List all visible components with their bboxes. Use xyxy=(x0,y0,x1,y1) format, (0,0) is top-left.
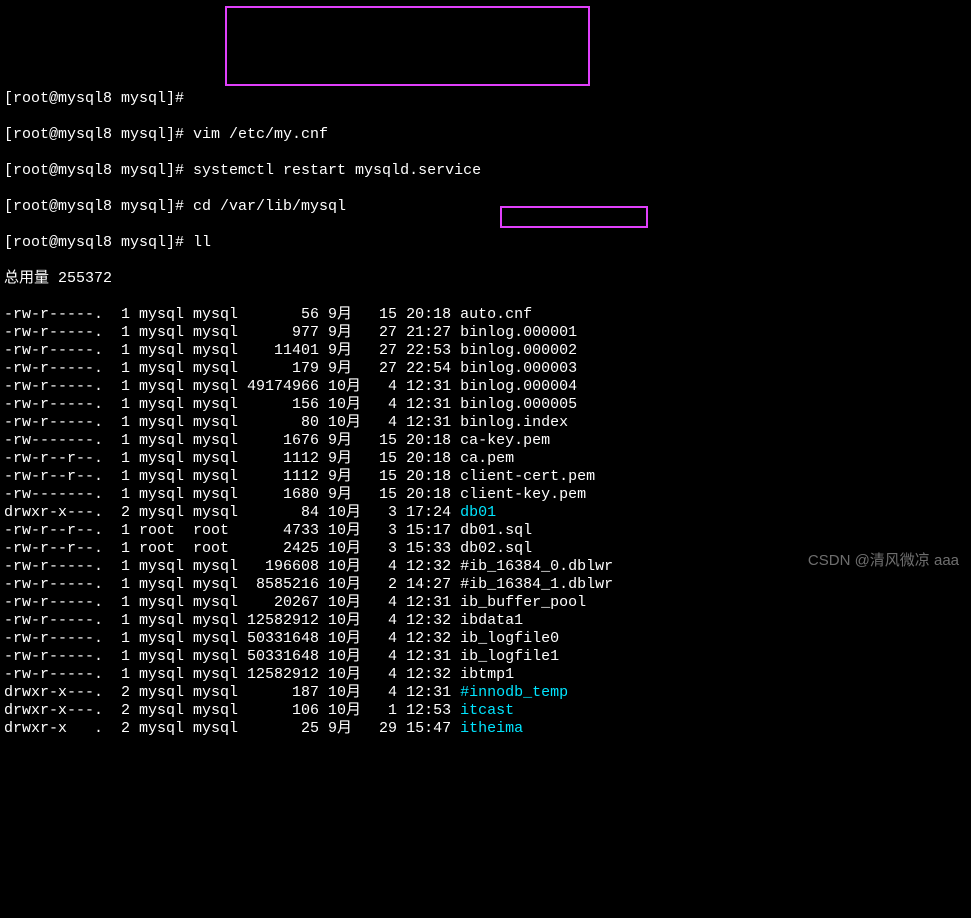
total-line: 总用量 255372 xyxy=(4,270,967,288)
list-item: -rw-r-----. 1 mysql mysql 8585216 10月 2 … xyxy=(4,576,967,594)
list-item: -rw-r-----. 1 mysql mysql 156 10月 4 12:3… xyxy=(4,396,967,414)
file-listing: -rw-r-----. 1 mysql mysql 56 9月 15 20:18… xyxy=(4,306,967,738)
file-name: binlog.000002 xyxy=(460,342,577,359)
list-item: drwxr-x---. 2 mysql mysql 84 10月 3 17:24… xyxy=(4,504,967,522)
prompt-line: [root@mysql8 mysql]# xyxy=(4,90,967,108)
file-name: db02.sql xyxy=(460,540,532,557)
list-item: drwxr-x---. 2 mysql mysql 187 10月 4 12:3… xyxy=(4,684,967,702)
file-name: ca.pem xyxy=(460,450,514,467)
list-item: -rw-r-----. 1 mysql mysql 50331648 10月 4… xyxy=(4,630,967,648)
file-name: ib_logfile1 xyxy=(460,648,559,665)
prompt-line: [root@mysql8 mysql]# ll xyxy=(4,234,967,252)
list-item: -rw-------. 1 mysql mysql 1680 9月 15 20:… xyxy=(4,486,967,504)
file-name: db01.sql xyxy=(460,522,532,539)
list-item: -rw-r-----. 1 mysql mysql 80 10月 4 12:31… xyxy=(4,414,967,432)
file-name: ca-key.pem xyxy=(460,432,550,449)
list-item: -rw-r-----. 1 mysql mysql 977 9月 27 21:2… xyxy=(4,324,967,342)
watermark: CSDN @清风微凉 aaa xyxy=(808,552,959,570)
list-item: -rw-r--r--. 1 mysql mysql 1112 9月 15 20:… xyxy=(4,468,967,486)
list-item: -rw-r-----. 1 mysql mysql 12582912 10月 4… xyxy=(4,666,967,684)
list-item: -rw-r-----. 1 mysql mysql 11401 9月 27 22… xyxy=(4,342,967,360)
file-name: client-key.pem xyxy=(460,486,586,503)
prompt-line: [root@mysql8 mysql]# systemctl restart m… xyxy=(4,162,967,180)
list-item: drwxr-x---. 2 mysql mysql 106 10月 1 12:5… xyxy=(4,702,967,720)
terminal-output[interactable]: [root@mysql8 mysql]# [root@mysql8 mysql]… xyxy=(0,72,971,756)
prompt-line: [root@mysql8 mysql]# cd /var/lib/mysql xyxy=(4,198,967,216)
file-name: itcast xyxy=(460,702,514,719)
file-name: binlog.000004 xyxy=(460,378,577,395)
list-item: -rw-r--r--. 1 mysql mysql 1112 9月 15 20:… xyxy=(4,450,967,468)
list-item: drwxr-x . 2 mysql mysql 25 9月 29 15:47 i… xyxy=(4,720,967,738)
file-name: auto.cnf xyxy=(460,306,532,323)
file-name: db01 xyxy=(460,504,496,521)
file-name: client-cert.pem xyxy=(460,468,595,485)
file-name: itheima xyxy=(460,720,523,737)
list-item: -rw-r--r--. 1 root root 4733 10月 3 15:17… xyxy=(4,522,967,540)
list-item: -rw-r-----. 1 mysql mysql 20267 10月 4 12… xyxy=(4,594,967,612)
file-name: #innodb_temp xyxy=(460,684,568,701)
file-name: binlog.000003 xyxy=(460,360,577,377)
list-item: -rw-r-----. 1 mysql mysql 12582912 10月 4… xyxy=(4,612,967,630)
list-item: -rw-------. 1 mysql mysql 1676 9月 15 20:… xyxy=(4,432,967,450)
list-item: -rw-r-----. 1 mysql mysql 49174966 10月 4… xyxy=(4,378,967,396)
file-name: #ib_16384_0.dblwr xyxy=(460,558,613,575)
list-item: -rw-r-----. 1 mysql mysql 179 9月 27 22:5… xyxy=(4,360,967,378)
file-name: binlog.000005 xyxy=(460,396,577,413)
file-name: ib_buffer_pool xyxy=(460,594,586,611)
list-item: -rw-r-----. 1 mysql mysql 50331648 10月 4… xyxy=(4,648,967,666)
prompt-line: [root@mysql8 mysql]# vim /etc/my.cnf xyxy=(4,126,967,144)
file-name: ibdata1 xyxy=(460,612,523,629)
file-name: #ib_16384_1.dblwr xyxy=(460,576,613,593)
file-name: binlog.index xyxy=(460,414,568,431)
file-name: ibtmp1 xyxy=(460,666,514,683)
list-item: -rw-r-----. 1 mysql mysql 56 9月 15 20:18… xyxy=(4,306,967,324)
file-name: ib_logfile0 xyxy=(460,630,559,647)
file-name: binlog.000001 xyxy=(460,324,577,341)
